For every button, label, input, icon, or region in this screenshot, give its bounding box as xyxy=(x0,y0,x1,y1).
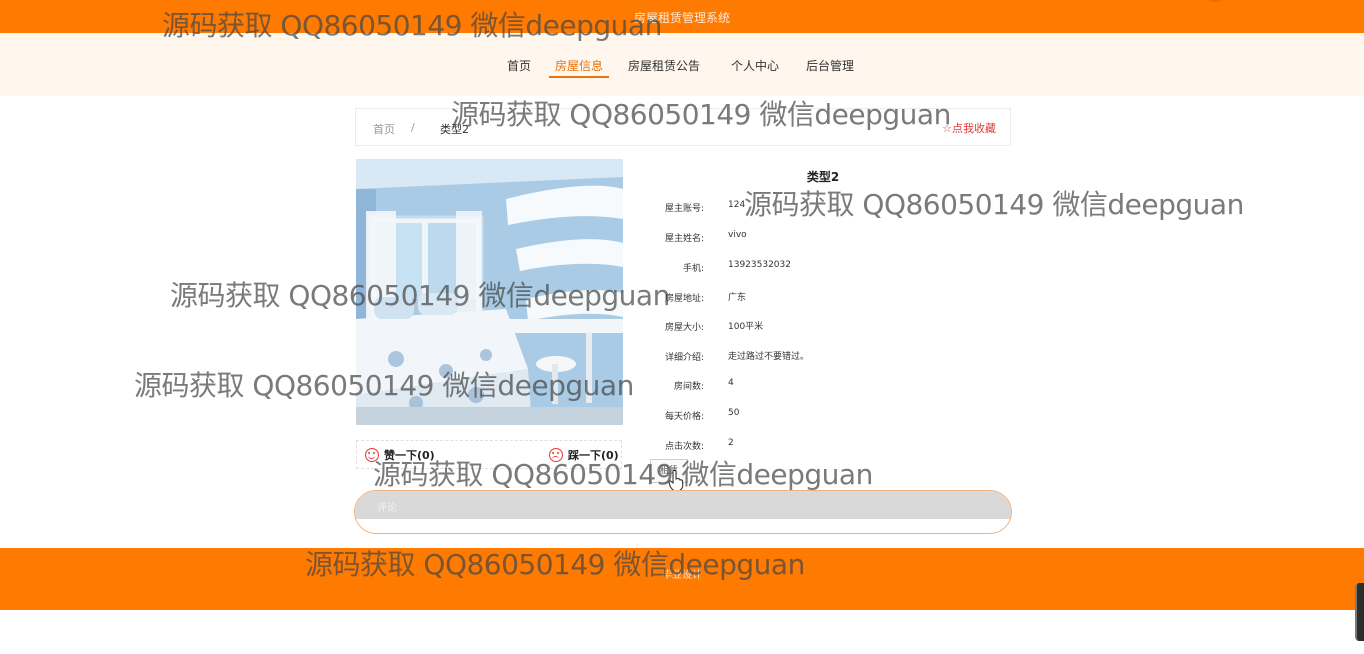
house-photo xyxy=(356,159,623,425)
smile-icon xyxy=(365,448,379,462)
detail-value: 广东 xyxy=(728,293,747,303)
comment-header-label: 评论 xyxy=(377,503,397,514)
hand-cursor-icon xyxy=(668,470,684,492)
comment-header[interactable]: 评论 xyxy=(355,491,1011,519)
watermark: 源码获取 QQ86050149 微信deepguan xyxy=(744,188,1244,221)
detail-value: 走过路过不要错过。 xyxy=(728,352,810,362)
breadcrumb-current: 类型2 xyxy=(440,123,469,136)
detail-label: 房屋大小: xyxy=(664,323,704,333)
like-button[interactable]: 赞一下(0) xyxy=(365,447,435,463)
detail-value: vivo xyxy=(728,230,747,240)
vote-bar: 赞一下(0) 踩一下(0) xyxy=(356,440,622,469)
favorite-button[interactable]: ☆点我收藏 xyxy=(942,120,996,136)
page-footer: 毕业设计 xyxy=(0,548,1364,610)
detail-label: 详细介绍: xyxy=(664,353,704,363)
detail-value: 2 xyxy=(728,438,734,448)
frown-icon xyxy=(549,448,563,462)
nav-home[interactable]: 首页 xyxy=(507,57,531,74)
detail-label: 每天价格: xyxy=(664,412,704,422)
detail-value: 124 xyxy=(728,200,746,210)
detail-value: 50 xyxy=(728,408,740,418)
nav-personal-center[interactable]: 个人中心 xyxy=(731,57,779,74)
top-header-bar: 房屋租赁管理系统 xyxy=(0,0,1364,33)
breadcrumb-separator: / xyxy=(411,121,415,134)
breadcrumb-home[interactable]: 首页 xyxy=(373,121,395,137)
detail-label: 屋主账号: xyxy=(664,204,704,214)
like-label: 赞一下(0) xyxy=(384,449,435,462)
detail-label: 房间数: xyxy=(673,382,704,392)
dislike-label: 踩一下(0) xyxy=(568,449,619,462)
system-title: 房屋租赁管理系统 xyxy=(633,11,730,25)
avatar[interactable] xyxy=(1202,0,1228,2)
comment-section: 评论 xyxy=(354,490,1012,534)
nav-house-info[interactable]: 房屋信息 xyxy=(548,57,610,78)
detail-label: 房屋地址: xyxy=(664,294,704,304)
side-widget[interactable] xyxy=(1355,583,1364,641)
detail-value: 4 xyxy=(728,378,734,388)
detail-label: 点击次数: xyxy=(664,442,704,452)
main-navigation: 首页 房屋信息 房屋租赁公告 个人中心 后台管理 xyxy=(0,33,1364,96)
nav-admin[interactable]: 后台管理 xyxy=(806,57,854,74)
detail-label: 屋主姓名: xyxy=(664,234,704,244)
detail-value: 100平米 xyxy=(728,322,764,332)
detail-value: 13923532032 xyxy=(728,260,791,270)
breadcrumb: 首页 / 类型2 ☆点我收藏 xyxy=(355,108,1011,146)
nav-rental-notice[interactable]: 房屋租赁公告 xyxy=(628,57,700,74)
footer-credit: 毕业设计 xyxy=(662,570,702,581)
bedroom-image xyxy=(356,159,623,425)
dislike-button[interactable]: 踩一下(0) xyxy=(549,447,619,463)
house-title: 类型2 xyxy=(806,170,840,184)
detail-label: 手机: xyxy=(682,264,704,274)
